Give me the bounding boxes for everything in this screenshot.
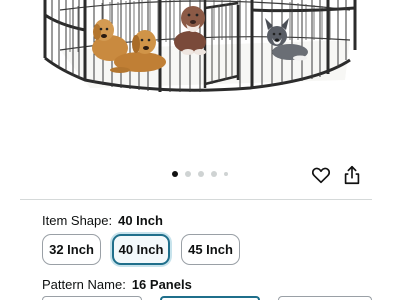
pattern-option-button-selected[interactable] <box>160 296 260 300</box>
carousel-dot-4[interactable] <box>211 171 217 177</box>
item-shape-row: Item Shape: 40 Inch <box>42 213 163 228</box>
option-45-inch-button[interactable]: 45 Inch <box>181 234 240 265</box>
carousel-dot-5[interactable] <box>224 172 228 176</box>
pattern-name-label: Pattern Name: <box>42 277 126 292</box>
item-shape-label: Item Shape: <box>42 213 113 228</box>
option-40-inch-button[interactable]: 40 Inch <box>112 234 170 265</box>
product-image[interactable] <box>0 0 400 160</box>
carousel-dot-3[interactable] <box>198 171 204 177</box>
option-32-inch-button[interactable]: 32 Inch <box>42 234 101 265</box>
item-shape-value: 40 Inch <box>118 213 163 228</box>
share-icon[interactable] <box>341 164 363 186</box>
pattern-name-row: Pattern Name: 16 Panels <box>42 277 192 292</box>
heart-icon[interactable] <box>310 164 332 186</box>
section-divider <box>20 199 372 200</box>
pattern-option-button[interactable] <box>278 296 372 300</box>
carousel-dot-2[interactable] <box>185 171 191 177</box>
pattern-option-button[interactable] <box>42 296 142 300</box>
carousel-dot-1[interactable] <box>172 171 178 177</box>
pattern-name-value: 16 Panels <box>131 277 192 292</box>
image-carousel-dots[interactable] <box>0 170 400 178</box>
